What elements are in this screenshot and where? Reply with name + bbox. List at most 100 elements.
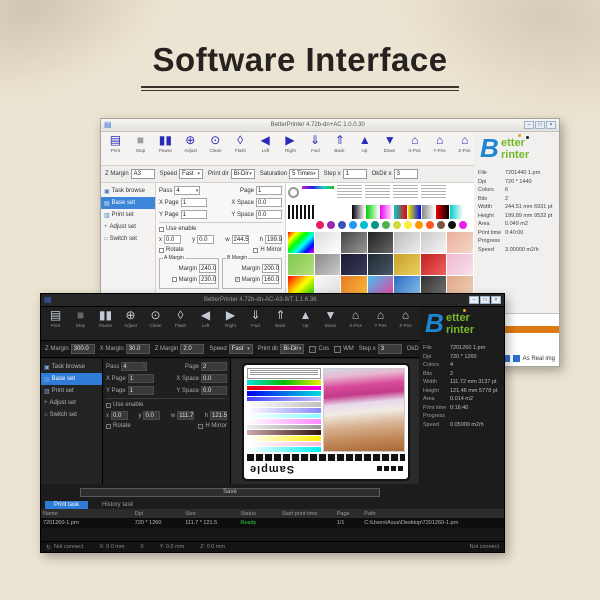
coord-input[interactable]: 0.0 [111, 411, 128, 420]
toolbar-button[interactable]: ⌂ X-Pos [343, 308, 368, 339]
field-input[interactable]: 0.0 [201, 386, 227, 395]
task-tab[interactable]: Print task [45, 501, 88, 509]
coord-input[interactable]: 0.0 [143, 411, 160, 420]
toolbar-button[interactable]: ▼ Down [377, 133, 402, 164]
toolbar-button[interactable]: ◊ Flash [228, 133, 253, 164]
toolbar-button[interactable]: ⌂ Y-Pos [427, 133, 452, 164]
window-control-button[interactable]: – [524, 121, 534, 129]
toolbar-button[interactable]: ◀ Left [193, 308, 218, 339]
window-control-button[interactable]: □ [480, 296, 490, 304]
use-enable-checkbox[interactable] [106, 403, 111, 408]
field-input[interactable]: 1▾ [181, 210, 207, 219]
field-input[interactable]: 4▾ [121, 362, 147, 371]
sidebar-item[interactable]: ▤ Base set [101, 197, 155, 209]
toolbar-button[interactable]: ⊕ Adjust [118, 308, 143, 339]
toolbar-button[interactable]: ⇑ Back [268, 308, 293, 339]
toolbar-button[interactable]: ▶ Right [278, 133, 303, 164]
setting-value[interactable]: Bi-Dir▾ [280, 344, 304, 354]
toolbar-button[interactable]: ◊ Flash [168, 308, 193, 339]
field-input[interactable]: 4▾ [174, 186, 200, 195]
field-input[interactable]: 1▾ [128, 374, 154, 383]
margin-input[interactable]: 160.0 [262, 275, 279, 284]
toolbar-button[interactable]: ▤ Print [103, 133, 128, 164]
save-button[interactable]: Save [80, 488, 380, 497]
sidebar-item[interactable]: + Adjust set [41, 397, 102, 409]
toolbar-button[interactable]: ■ Stop [128, 133, 153, 164]
sidebar-item[interactable]: + Adjust set [101, 221, 155, 233]
sidebar-item[interactable]: ▣ Task browse [41, 361, 102, 373]
toolbar-button[interactable]: ⊙ Clean [143, 308, 168, 339]
titlebar[interactable]: ▤ BetterPrinter 4.72b-dn-AC-A3-9/T 1.1.6… [41, 294, 504, 307]
coord-input[interactable]: 111.7 [177, 411, 194, 420]
field-input[interactable]: 1▾ [128, 386, 154, 395]
setting-value[interactable]: 2.0▾ [180, 344, 204, 354]
field-input[interactable]: 1 [256, 186, 282, 195]
coord-input[interactable]: 244.5 [232, 235, 249, 244]
task-table-row[interactable]: 7201260-1.prn 720 * 1260 111.7 * 121.5 R… [41, 518, 504, 528]
toolbar-button[interactable]: ⌂ Z-Pos [393, 308, 418, 339]
margin-input[interactable]: 200.0 [262, 264, 279, 273]
sidebar-item[interactable]: ▥ Print set [41, 385, 102, 397]
setting-value[interactable]: Fast▾ [179, 169, 203, 179]
mirror-checkbox[interactable] [198, 424, 203, 429]
toolbar-button[interactable]: ▲ Up [352, 133, 377, 164]
sidebar-item[interactable]: ▣ Task browse [101, 185, 155, 197]
toolbar-button[interactable]: ▮▮ Pause [153, 133, 178, 164]
margin-checkbox[interactable] [235, 277, 240, 282]
toolbar-button[interactable]: ⌂ Y-Pos [368, 308, 393, 339]
sidebar-item[interactable]: ▤ Base set [41, 373, 102, 385]
window-control-button[interactable]: × [546, 121, 556, 129]
window-control-button[interactable]: – [469, 296, 479, 304]
print-preview-canvas[interactable]: Sample [231, 359, 421, 484]
toolbar-button[interactable]: ▼ Down [318, 308, 343, 339]
field-input[interactable]: 1▾ [181, 198, 207, 207]
setting-value[interactable]: 30.0▾ [126, 344, 150, 354]
field-input[interactable]: 0.0 [256, 210, 282, 219]
mirror-checkbox[interactable] [253, 248, 258, 253]
refresh-icon[interactable]: ↻ [46, 544, 51, 551]
titlebar[interactable]: ▤ BetterPrinter 4.72b-dn+AC 1.0.0.30 –□× [101, 119, 559, 132]
toolbar-button[interactable]: ▮▮ Pause [93, 308, 118, 339]
view-option-icon[interactable] [513, 355, 520, 362]
toolbar-button[interactable]: ⇓ Fwd [243, 308, 268, 339]
rotate-checkbox[interactable] [159, 248, 164, 253]
setting-value[interactable]: A3▾ [131, 169, 155, 179]
setting-value[interactable]: 1▾ [343, 169, 367, 179]
toolbar-button[interactable]: ▶ Right [218, 308, 243, 339]
toolbar-button[interactable]: ⇑ Back [327, 133, 352, 164]
setting-value[interactable]: 3▾ [394, 169, 418, 179]
margin-input[interactable]: 230.0 [199, 275, 216, 284]
rotate-checkbox[interactable] [106, 424, 111, 429]
use-enable-checkbox[interactable] [159, 227, 164, 232]
sidebar-item[interactable]: ▥ Print set [101, 209, 155, 221]
toolbar-button[interactable]: ⌂ X-Pos [402, 133, 427, 164]
toolbar-button[interactable]: ▲ Up [293, 308, 318, 339]
task-tab[interactable]: History task [93, 501, 142, 509]
coord-input[interactable]: 121.5 [210, 411, 227, 420]
field-input[interactable]: 0.0 [256, 198, 282, 207]
sidebar-item[interactable]: ⌂ Switch set [41, 409, 102, 421]
field-input[interactable]: 2 [201, 362, 227, 371]
window-control-button[interactable]: □ [535, 121, 545, 129]
toolbar-button[interactable]: ⊕ Adjust [178, 133, 203, 164]
setting-value[interactable]: 300.0▾ [71, 344, 95, 354]
margin-checkbox[interactable] [172, 277, 177, 282]
window-control-button[interactable]: × [491, 296, 501, 304]
setting-value[interactable]: Fast▾ [229, 344, 253, 354]
margin-input[interactable]: 240.0 [199, 264, 216, 273]
sidebar-item[interactable]: ⌂ Switch set [101, 233, 155, 245]
setting-value[interactable]: 5 Times▾ [289, 169, 319, 179]
toolbar-button[interactable]: ⊙ Clean [203, 133, 228, 164]
info-label: Print time [478, 230, 505, 236]
setting-value[interactable]: 3▾ [378, 344, 402, 354]
toolbar-icon: ▲ [293, 308, 318, 323]
toolbar-button[interactable]: ▤ Print [43, 308, 68, 339]
toolbar-button[interactable]: ◀ Left [253, 133, 278, 164]
coord-input[interactable]: 0.0 [164, 235, 181, 244]
toolbar-button[interactable]: ■ Stop [68, 308, 93, 339]
coord-input[interactable]: 199.9 [265, 235, 282, 244]
toolbar-button[interactable]: ⇓ Fwd [303, 133, 328, 164]
coord-input[interactable]: 0.0 [197, 235, 214, 244]
setting-value[interactable]: Bi-Dir▾ [231, 169, 255, 179]
field-input[interactable]: 0.0 [201, 374, 227, 383]
